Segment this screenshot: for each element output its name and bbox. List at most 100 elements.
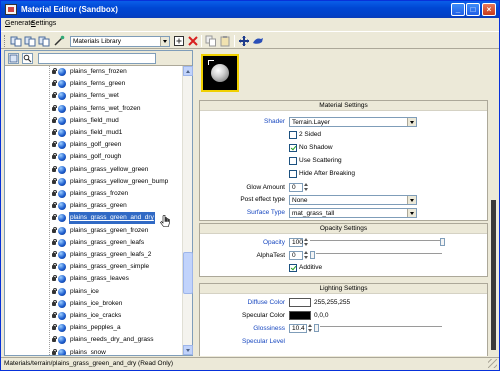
delete-icon[interactable] [187, 35, 199, 47]
toolbar-separator [201, 35, 202, 47]
chevron-down-icon[interactable] [407, 209, 416, 217]
paste-icon[interactable] [219, 35, 231, 47]
status-text: Materials/terrain/plains_grass_green_and… [4, 360, 174, 367]
lock-icon [52, 165, 57, 172]
chevron-down-icon[interactable] [407, 118, 416, 126]
tool-pick-icon[interactable] [53, 35, 65, 47]
lock-icon [52, 214, 57, 221]
shader-value: Terrain.Layer [292, 119, 330, 126]
lock-icon [52, 312, 57, 318]
additive-checkbox[interactable] [289, 264, 297, 272]
library-combo[interactable]: Materials Library [70, 36, 170, 47]
material-sphere-icon [58, 202, 66, 211]
maximize-button[interactable]: □ [466, 3, 480, 16]
glossiness-field[interactable]: 10.4 [289, 324, 307, 333]
lock-icon [52, 336, 57, 343]
tree-scroll-thumb[interactable] [183, 252, 193, 294]
material-sphere-icon [58, 165, 66, 174]
alphatest-spinner-icon[interactable] [304, 251, 308, 260]
glossiness-slider-track[interactable] [320, 326, 442, 331]
material-editor-window: Material Editor (Sandbox) _ □ × Generate… [0, 0, 500, 371]
glossiness-label[interactable]: Glossiness [202, 324, 285, 333]
two-sided-checkbox[interactable] [289, 131, 297, 139]
hide-after-breaking-checkbox[interactable] [289, 170, 297, 178]
surface-type-label[interactable]: Surface Type [202, 208, 285, 217]
no-shadow-checkbox[interactable] [289, 144, 297, 152]
toolbar: Materials Library [1, 31, 499, 49]
diffuse-color-swatch[interactable] [289, 298, 311, 307]
panel-splitter[interactable] [194, 50, 198, 356]
alphatest-slider-track[interactable] [316, 253, 442, 258]
menu-generate[interactable]: Generate [5, 20, 34, 27]
glossiness-spinner-icon[interactable] [308, 324, 312, 333]
toolbar-grip[interactable] [4, 35, 6, 47]
material-preview-area [199, 50, 488, 96]
lock-icon [52, 68, 57, 74]
post-effect-value: None [292, 197, 308, 204]
add-material-icon[interactable] [173, 35, 185, 47]
alphatest-field[interactable]: 0 [289, 251, 303, 260]
scroll-up-icon[interactable] [183, 66, 193, 76]
material-sphere-icon [58, 129, 66, 137]
chevron-down-icon[interactable] [407, 196, 416, 204]
surface-type-select[interactable]: mat_grass_tall [289, 208, 417, 218]
material-settings-section: Material Settings Shader Terrain.Layer 2… [199, 100, 488, 221]
opacity-field[interactable]: 100 [289, 238, 303, 247]
diffuse-color-label[interactable]: Diffuse Color [202, 298, 285, 307]
lock-icon [52, 80, 57, 87]
properties-scroll-thumb[interactable] [491, 200, 496, 350]
alphatest-slider-handle[interactable] [310, 251, 315, 259]
material-preview[interactable] [201, 54, 239, 92]
opacity-label[interactable]: Opacity [202, 238, 285, 247]
tree-item-label: plains_snow [70, 348, 106, 355]
tree-filter-input[interactable] [38, 53, 156, 64]
opacity-spinner-icon[interactable] [304, 238, 308, 247]
tool-copy-icon[interactable] [10, 35, 22, 47]
alphatest-label: AlphaTest [256, 252, 285, 259]
opacity-slider-track[interactable] [310, 240, 442, 245]
glow-spinner-icon[interactable] [304, 183, 308, 192]
properties-scrollbar[interactable] [489, 50, 498, 356]
materials-tree: plains_ferns_frozen plains_ferns_green pla… [5, 66, 182, 355]
resize-grip-icon[interactable] [488, 359, 497, 368]
chevron-down-icon[interactable] [160, 37, 169, 46]
specular-color-swatch[interactable] [289, 311, 311, 320]
material-settings-header[interactable]: Material Settings [200, 101, 487, 111]
material-sphere-icon [58, 92, 66, 101]
shader-label[interactable]: Shader [250, 117, 285, 126]
copy-icon[interactable] [205, 35, 217, 47]
title-bar[interactable]: Material Editor (Sandbox) _ □ × [1, 1, 499, 18]
pick-from-scene-icon[interactable] [252, 35, 264, 47]
specular-level-label[interactable]: Specular Level [202, 337, 285, 346]
hide-after-breaking-label: Hide After Breaking [299, 170, 356, 177]
use-scattering-label: Use Scattering [299, 157, 342, 164]
lock-icon [52, 238, 57, 245]
assign-icon[interactable] [238, 35, 250, 47]
lock-icon [52, 153, 57, 160]
scroll-down-icon[interactable] [183, 345, 193, 355]
menu-settings[interactable]: Settings [31, 20, 56, 27]
use-scattering-checkbox[interactable] [289, 157, 297, 165]
tree-scrollbar[interactable] [182, 66, 193, 355]
lock-icon [52, 263, 57, 270]
tree-item-label: plains_reeds_dry_and_grass [70, 336, 154, 344]
tree-toolbar [5, 51, 192, 66]
opacity-slider-handle[interactable] [440, 238, 445, 246]
minimize-button[interactable]: _ [451, 3, 465, 16]
post-effect-select[interactable]: None [289, 195, 417, 205]
opacity-settings-header[interactable]: Opacity Settings [200, 224, 487, 234]
material-sphere-icon [58, 190, 66, 198]
lock-icon [52, 202, 57, 209]
tool-duplicate-icon[interactable] [38, 35, 50, 47]
tree-item-label: plains_grass_green_leafs_2 [70, 251, 152, 258]
close-button[interactable]: × [482, 3, 496, 16]
shader-select[interactable]: Terrain.Layer [289, 117, 417, 127]
glow-amount-field[interactable]: 0 [289, 183, 303, 192]
reload-icon[interactable] [8, 53, 19, 64]
lighting-settings-header[interactable]: Lighting Settings [200, 284, 487, 294]
tool-paste-icon[interactable] [24, 35, 36, 47]
search-icon[interactable] [22, 53, 33, 64]
hand-cursor-icon [160, 215, 170, 228]
preview-corner-mark [208, 60, 214, 65]
glossiness-slider-handle[interactable] [314, 324, 319, 332]
